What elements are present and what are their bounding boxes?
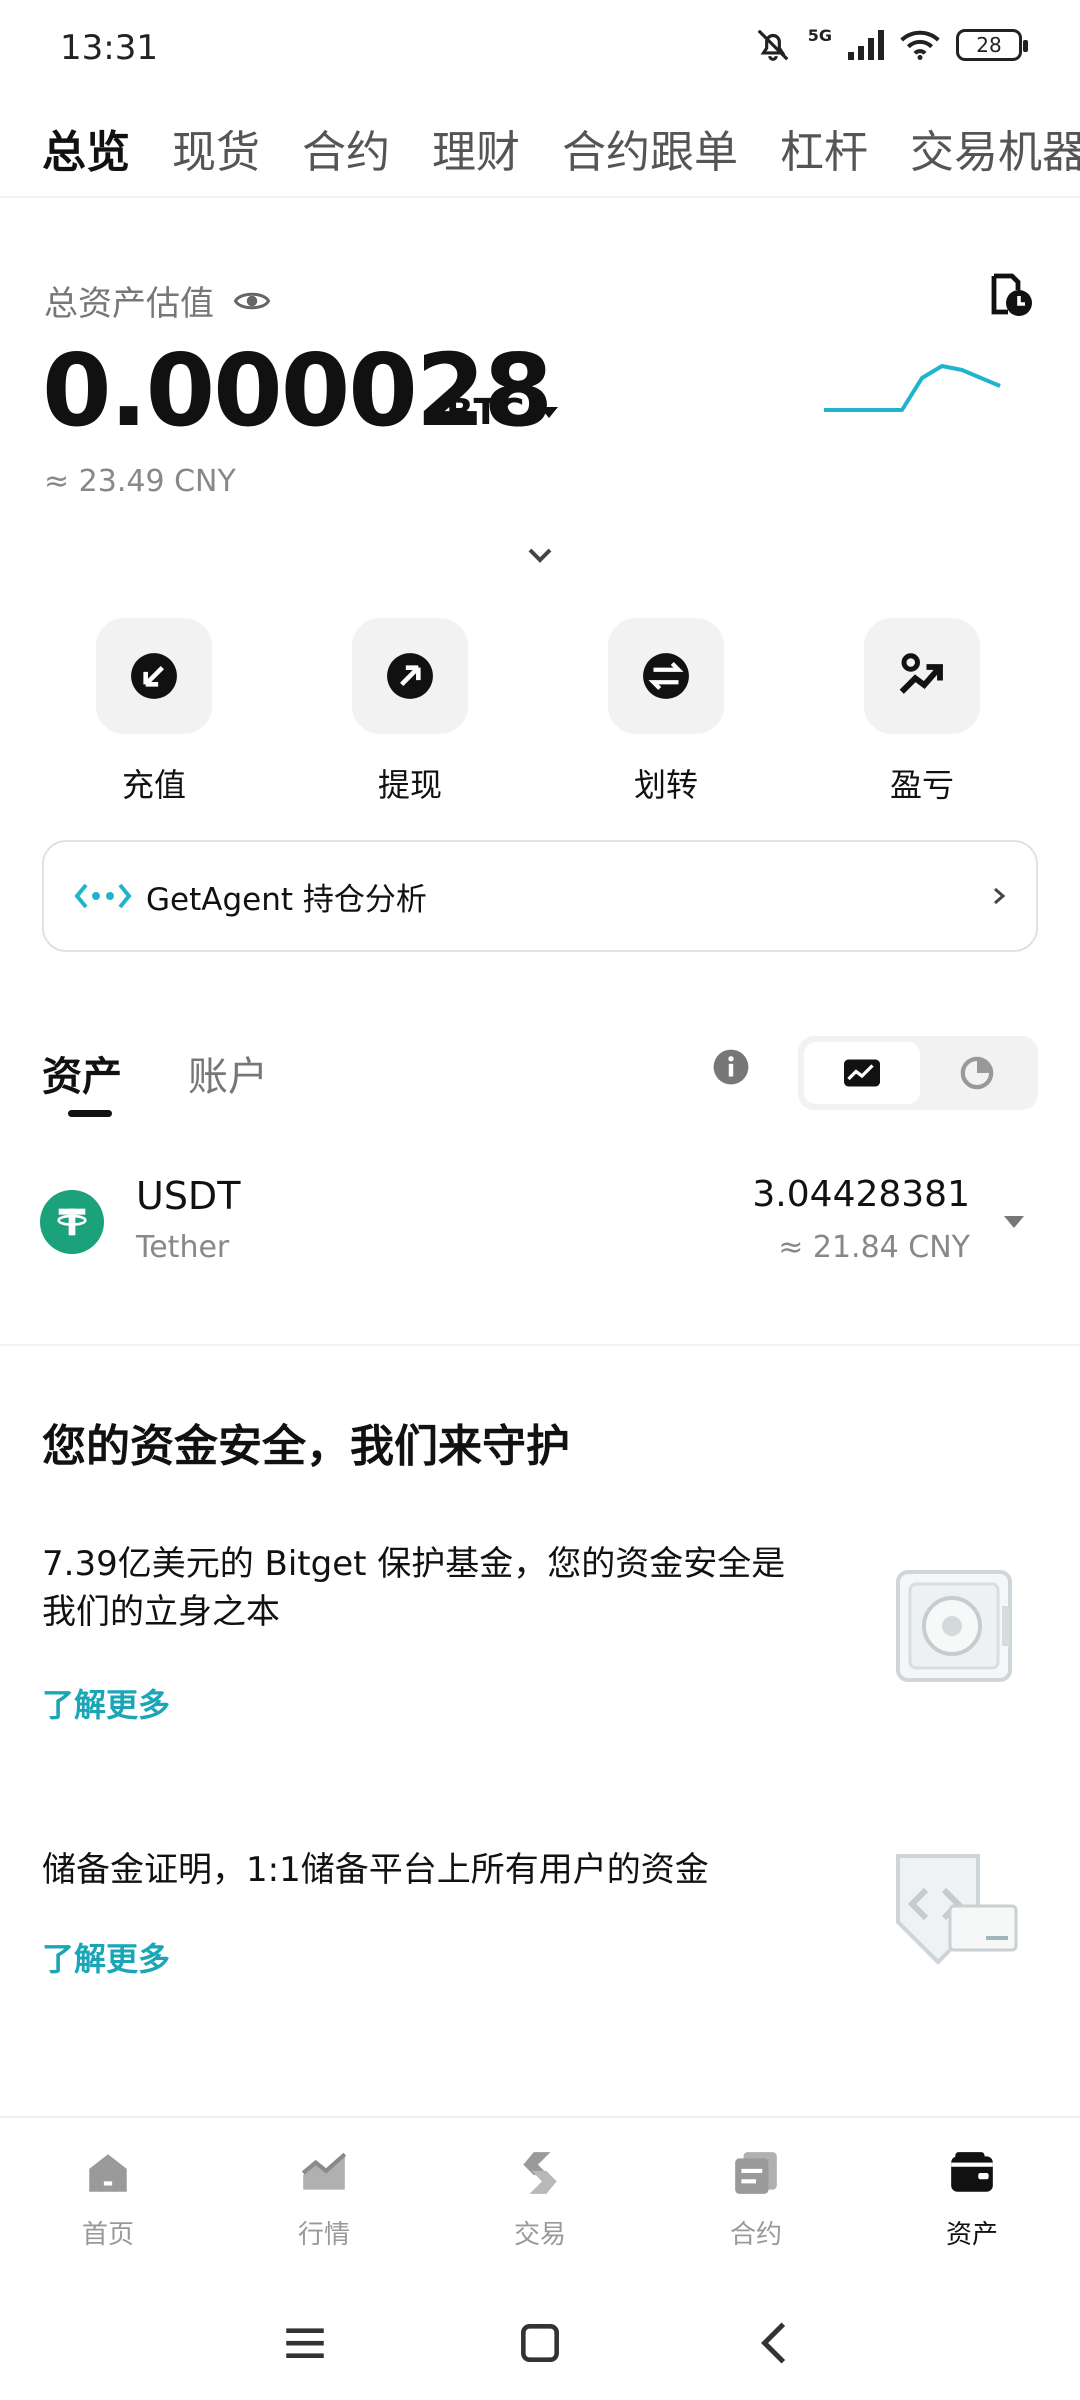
bottom-navigation: 首页 行情 交易 合约 资产 [0, 2116, 1080, 2276]
withdraw-icon-wrap [352, 618, 468, 734]
asset-view-tabs: 资产 账户 [42, 1036, 1038, 1126]
status-icons: 5G 28 [754, 25, 1028, 64]
asset-symbol: USDT [136, 1174, 241, 1218]
chart-view-toggle [798, 1036, 1038, 1110]
unit-label: BTC [446, 392, 525, 433]
tab-accounts[interactable]: 账户 [188, 1044, 268, 1102]
proof-of-reserves-text: 储备金证明，1:1储备平台上所有用户的资金 [42, 1850, 709, 1890]
deposit-icon-wrap [96, 618, 212, 734]
security-title: 您的资金安全，我们来守护 [42, 1421, 570, 1472]
status-bar: 13:31 5G 28 [0, 0, 1080, 100]
chevron-down-icon[interactable] [522, 544, 558, 568]
nav-home-label: 首页 [81, 2220, 134, 2250]
withdraw-button[interactable]: 提现 [320, 618, 500, 806]
trade-icon [523, 2152, 557, 2194]
transfer-label: 划转 [633, 766, 698, 804]
home-button-icon[interactable] [515, 2318, 565, 2368]
eye-icon[interactable] [234, 289, 270, 313]
safe-vault-icon [896, 1570, 1012, 1682]
deposit-button[interactable]: 充值 [64, 618, 244, 806]
transfer-icon-wrap [608, 618, 724, 734]
home-icon [89, 2154, 127, 2192]
asset-history-icon[interactable] [986, 270, 1034, 318]
pnl-label: 盈亏 [889, 766, 954, 804]
expand-caret-icon[interactable] [1004, 1216, 1024, 1228]
tether-symbol-icon [57, 1208, 87, 1236]
line-chart-icon [844, 1059, 880, 1087]
nav-trade[interactable]: 交易 [470, 2148, 610, 2251]
pnl-icon [899, 653, 943, 694]
wifi-icon [900, 30, 940, 60]
transfer-button[interactable]: 划转 [576, 618, 756, 806]
asset-name: Tether [136, 1230, 230, 1265]
pie-chart-view-button[interactable] [920, 1042, 1034, 1104]
pnl-icon-wrap [864, 618, 980, 734]
battery-icon: 28 [956, 29, 1028, 61]
tab-overview[interactable]: 总览 [42, 116, 130, 180]
withdraw-icon [387, 653, 433, 699]
signal-icon [848, 30, 884, 60]
chevron-right-icon [994, 887, 1006, 905]
withdraw-label: 提现 [377, 766, 442, 804]
proof-of-reserves-learn-more[interactable]: 了解更多 [42, 1934, 170, 1980]
account-tabs: 总览 现货 合约 理财 合约跟单 杠杆 交易机器 [0, 108, 1080, 198]
total-assets-label: 总资产估值 [44, 276, 270, 325]
pnl-button[interactable]: 盈亏 [832, 618, 1012, 806]
nav-markets-label: 行情 [297, 2220, 350, 2250]
nav-home[interactable]: 首页 [38, 2148, 178, 2251]
line-chart-view-button[interactable] [804, 1042, 920, 1104]
active-tab-indicator [68, 1110, 112, 1117]
nav-assets-label: 资产 [945, 2220, 998, 2250]
deposit-label: 充值 [121, 766, 186, 804]
network-type: 5G [807, 25, 832, 45]
back-icon[interactable] [750, 2318, 800, 2368]
tab-earn[interactable]: 理财 [432, 116, 520, 180]
tab-spot[interactable]: 现货 [172, 116, 260, 180]
reserve-shield-icon [896, 1854, 1018, 1965]
wallet-icon [951, 2152, 993, 2192]
nav-assets[interactable]: 资产 [902, 2148, 1042, 2251]
bell-muted-icon [757, 29, 789, 61]
total-assets-cny: ≈ 23.49 CNY [44, 464, 236, 499]
transfer-icon [643, 653, 689, 699]
info-icon[interactable] [712, 1048, 750, 1086]
protection-fund-text: 7.39亿美元的 Bitget 保护基金，您的资金安全是我们的立身之本 [42, 1544, 786, 1632]
nav-futures[interactable]: 合约 [686, 2148, 826, 2251]
asset-amount: 3.04428381 [752, 1174, 970, 1215]
tab-futures[interactable]: 合约 [302, 116, 390, 180]
tab-copy-trading[interactable]: 合约跟单 [562, 116, 738, 180]
section-divider [0, 1344, 1080, 1346]
getagent-text: GetAgent 持仓分析 [146, 881, 427, 918]
deposit-icon [131, 653, 177, 699]
markets-icon [301, 2152, 347, 2190]
getagent-card[interactable]: GetAgent 持仓分析 [42, 840, 1038, 952]
nav-futures-label: 合约 [729, 2220, 782, 2250]
caret-down-icon [540, 407, 559, 418]
asset-cny-value: ≈ 21.84 CNY [778, 1230, 970, 1265]
total-assets-text: 总资产估值 [44, 284, 214, 324]
pie-chart-icon [960, 1056, 994, 1090]
unit-selector[interactable]: BTC [446, 392, 559, 433]
usdt-logo-icon [40, 1190, 104, 1254]
tab-assets[interactable]: 资产 [42, 1044, 122, 1102]
asset-row-usdt[interactable]: USDT Tether 3.04428381 ≈ 21.84 CNY [0, 1160, 1080, 1280]
tab-margin[interactable]: 杠杆 [780, 116, 868, 180]
tab-trading-bot[interactable]: 交易机器 [910, 116, 1080, 180]
protection-fund-learn-more[interactable]: 了解更多 [42, 1680, 170, 1726]
nav-trade-label: 交易 [513, 2220, 566, 2250]
menu-icon[interactable] [280, 2318, 330, 2368]
asset-trend-sparkline[interactable] [822, 350, 1018, 426]
getagent-logo-icon [74, 883, 132, 909]
system-navigation [0, 2290, 1080, 2400]
status-time: 13:31 [60, 28, 158, 68]
nav-markets[interactable]: 行情 [254, 2148, 394, 2251]
futures-icon [735, 2152, 777, 2194]
